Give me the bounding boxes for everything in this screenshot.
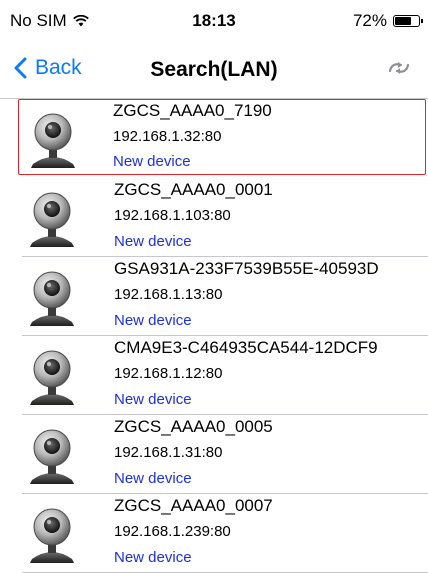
webcam-icon <box>30 429 74 484</box>
device-row[interactable]: ZGCS_AAAA0_7190 192.168.1.32:80 New devi… <box>18 99 426 175</box>
device-name: GSA931A-233F7539B55E-40593D <box>114 259 379 278</box>
device-status: New device <box>114 233 192 250</box>
device-status: New device <box>114 312 192 329</box>
device-row[interactable]: ZGCS_AAAA0_0007 192.168.1.239:80 New dev… <box>22 494 428 573</box>
webcam-icon <box>30 350 74 405</box>
device-row[interactable]: ZGCS_AAAA0_0005 192.168.1.31:80 New devi… <box>22 415 428 494</box>
device-name: ZGCS_AAAA0_0005 <box>114 417 273 436</box>
webcam-icon <box>30 508 74 563</box>
battery-percentage: 72% <box>352 11 387 30</box>
device-status: New device <box>113 153 191 170</box>
device-address: 192.168.1.239:80 <box>114 523 231 540</box>
navigation-bar: Back Search(LAN) <box>0 38 428 99</box>
device-status: New device <box>114 549 192 566</box>
webcam-icon <box>30 192 74 247</box>
device-name: ZGCS_AAAA0_7190 <box>113 101 272 120</box>
device-address: 192.168.1.31:80 <box>114 444 223 461</box>
device-name: ZGCS_AAAA0_0001 <box>114 180 273 199</box>
device-name: CMA9E3-C464935CA544-12DCF9 <box>114 338 378 357</box>
device-status: New device <box>114 391 192 408</box>
device-name: ZGCS_AAAA0_0007 <box>114 496 273 515</box>
refresh-button[interactable] <box>388 59 410 82</box>
status-bar: No SIM 18:13 72% <box>0 0 428 38</box>
battery-indicator: 72% <box>352 11 423 31</box>
device-address: 192.168.1.12:80 <box>114 365 223 382</box>
battery-cap <box>421 19 423 23</box>
page-title: Search(LAN) <box>150 58 278 81</box>
device-address: 192.168.1.103:80 <box>114 207 231 224</box>
device-list: ZGCS_AAAA0_7190 192.168.1.32:80 New devi… <box>0 99 428 573</box>
device-address: 192.168.1.13:80 <box>114 286 223 303</box>
webcam-icon <box>30 271 74 326</box>
device-row[interactable]: ZGCS_AAAA0_0001 192.168.1.103:80 New dev… <box>22 178 428 257</box>
device-status: New device <box>114 470 192 487</box>
device-row[interactable]: GSA931A-233F7539B55E-40593D 192.168.1.13… <box>22 257 428 336</box>
battery-level <box>395 17 411 25</box>
battery-icon <box>393 15 423 27</box>
refresh-icon <box>388 62 410 74</box>
device-row[interactable]: CMA9E3-C464935CA544-12DCF9 192.168.1.12:… <box>22 336 428 415</box>
webcam-icon <box>31 113 75 168</box>
device-address: 192.168.1.32:80 <box>113 128 222 145</box>
